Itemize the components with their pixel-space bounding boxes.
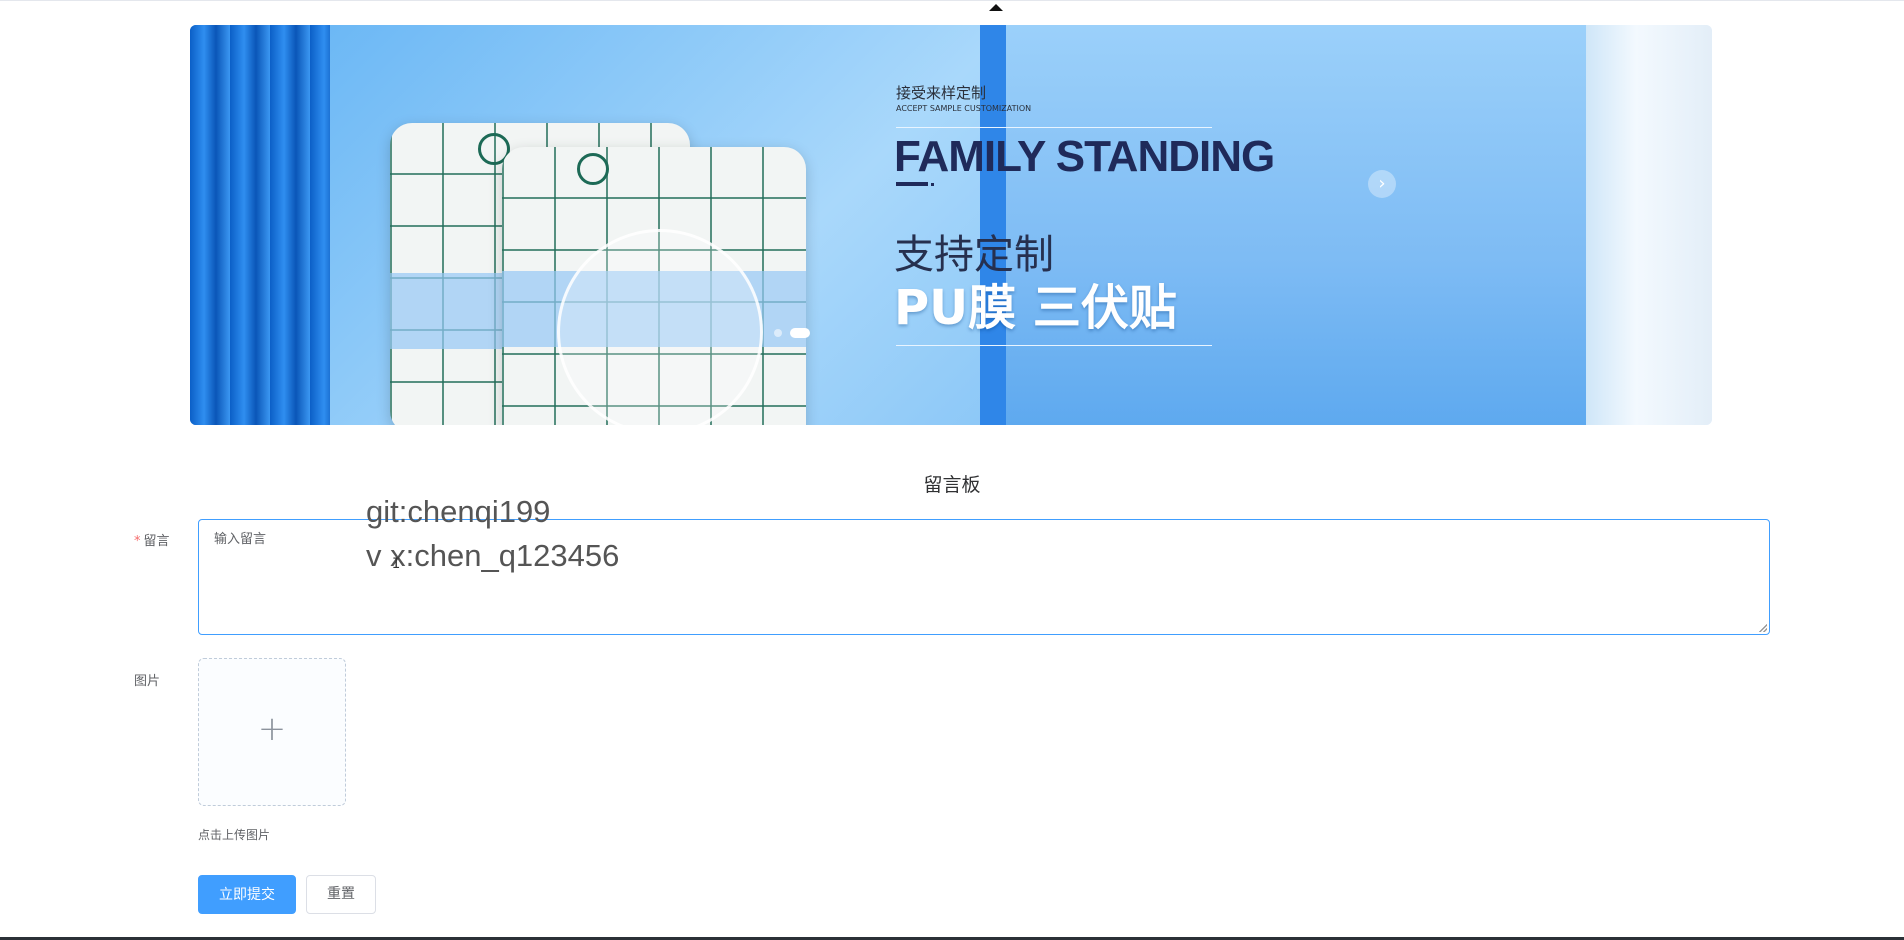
carousel-indicator-1[interactable] — [774, 329, 782, 337]
patch-image-front — [502, 147, 806, 425]
banner-big-title: FAMILY STANDING — [894, 132, 1275, 181]
submit-button[interactable]: 立即提交 — [198, 875, 296, 914]
reset-button[interactable]: 重置 — [306, 875, 376, 914]
banner-stripes — [190, 25, 330, 425]
message-textarea[interactable]: 输入留言 — [198, 519, 1770, 635]
message-label: * 留言 — [134, 530, 170, 549]
plus-icon: + — [257, 709, 287, 749]
carousel-prev-icon[interactable]: ‹ — [176, 174, 194, 196]
banner-rule-bottom — [896, 345, 1212, 346]
image-upload-box[interactable]: + — [198, 658, 346, 806]
banner-small-title: 接受来样定制 — [896, 84, 987, 102]
overlay-text-line2: v x:chen_q123456 — [366, 538, 620, 573]
text-cursor-icon: I — [392, 556, 401, 572]
upload-tip: 点击上传图片 — [198, 828, 271, 842]
banner-dash — [896, 182, 928, 186]
message-label-text: 留言 — [143, 534, 170, 549]
scroll-top-icon[interactable] — [989, 4, 1003, 11]
banner-en-subtitle: ACCEPT SAMPLE CUSTOMIZATION — [896, 104, 1032, 113]
image-label: 图片 — [134, 674, 161, 689]
required-mark: * — [134, 534, 141, 549]
resize-handle-icon[interactable] — [1759, 624, 1767, 632]
banner-dot — [931, 183, 934, 186]
banner-edge — [1586, 25, 1712, 425]
overlay-text-line1: git:chenqi199 — [366, 494, 551, 529]
banner-rule-top — [896, 127, 1212, 128]
page-title: 留言板 — [923, 474, 981, 496]
carousel-next-icon[interactable]: › — [1368, 170, 1396, 198]
top-border — [0, 0, 1904, 1]
banner-product-text: PU膜 三伏贴 — [894, 280, 1177, 336]
message-placeholder: 输入留言 — [214, 532, 267, 547]
banner-text-panel — [1006, 25, 1586, 425]
carousel-indicator-2[interactable] — [790, 328, 810, 338]
